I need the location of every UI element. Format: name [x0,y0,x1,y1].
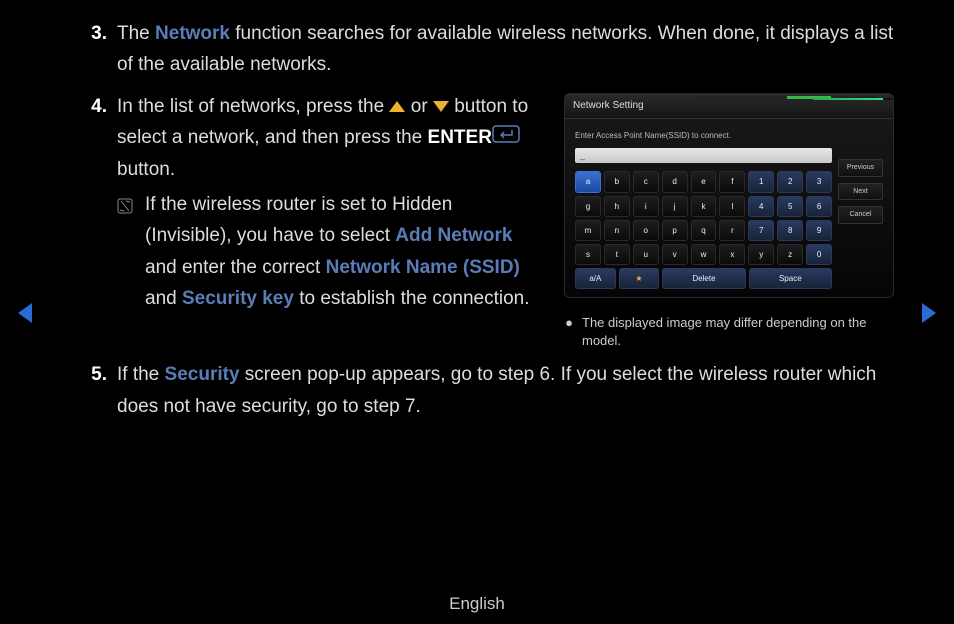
manual-content: 3. The Network function searches for ava… [0,0,954,422]
key-m[interactable]: m [575,220,601,241]
page-prev-icon[interactable] [18,303,32,323]
text: If the [117,364,165,385]
key-v[interactable]: v [662,244,688,265]
step-number: 5. [85,359,117,422]
key-t[interactable]: t [604,244,630,265]
osd-prompt: Enter Access Point Name(SSID) to connect… [575,129,832,142]
key-9[interactable]: 9 [806,220,832,241]
key-2[interactable]: 2 [777,171,803,192]
note-icon [117,189,145,314]
key-delete[interactable]: Delete [662,268,745,289]
key-space[interactable]: Space [749,268,832,289]
key-3[interactable]: 3 [806,171,832,192]
step-3: 3. The Network function searches for ava… [85,18,894,81]
osd-caption: ● The displayed image may differ dependi… [564,314,894,349]
note-body: If the wireless router is set to Hidden … [145,189,539,314]
key-u[interactable]: u [633,244,659,265]
arrow-up-icon [389,101,405,112]
key-i[interactable]: i [633,196,659,217]
enter-icon [492,122,520,153]
osd-title-bar: Network Setting [565,94,893,120]
highlight-security-key: Security key [182,288,294,309]
step-5: 5. If the Security screen pop-up appears… [85,359,894,422]
key-f[interactable]: f [719,171,745,192]
key-q[interactable]: q [691,220,717,241]
step-number: 4. [85,91,117,350]
step-body: The Network function searches for availa… [117,18,894,81]
arrow-down-icon [433,101,449,112]
key-b[interactable]: b [604,171,630,192]
page-next-icon[interactable] [922,303,936,323]
ssid-input[interactable]: _ [575,148,832,163]
key-c[interactable]: c [633,171,659,192]
key-y[interactable]: y [748,244,774,265]
note: If the wireless router is set to Hidden … [117,189,539,314]
key-n[interactable]: n [604,220,630,241]
osd-panel-column: Network Setting Enter Access Point Name(… [564,91,894,350]
osd-keyboard: abcdef123 ghijkl456 mnopqr789 stuvwxyz0 [575,171,832,265]
highlight-ssid: Network Name (SSID) [326,257,520,278]
text: button. [117,159,175,180]
text: function searches for available wireless… [117,23,893,75]
osd-progress-tabs [696,94,876,101]
cancel-button[interactable]: Cancel [838,206,883,224]
key-0[interactable]: 0 [806,244,832,265]
key-l[interactable]: l [719,196,745,217]
osd-main: Enter Access Point Name(SSID) to connect… [575,129,832,289]
key-w[interactable]: w [691,244,717,265]
osd-keyboard-bottom: a/A ★ Delete Space [575,268,832,289]
text: In the list of networks, press the [117,96,389,117]
text: The [117,23,155,44]
highlight-network: Network [155,23,230,44]
key-k[interactable]: k [691,196,717,217]
key-r[interactable]: r [719,220,745,241]
step-4: 4. In the list of networks, press the or… [85,91,894,350]
osd-body: Enter Access Point Name(SSID) to connect… [565,119,893,297]
caption-text: The displayed image may differ depending… [582,314,894,349]
key-d[interactable]: d [662,171,688,192]
footer-language: English [0,594,954,614]
enter-label: ENTER [428,127,492,148]
text: and [145,288,182,309]
text: to establish the connection. [294,288,530,309]
key-p[interactable]: p [662,220,688,241]
key-4[interactable]: 4 [748,196,774,217]
highlight-security: Security [165,364,240,385]
key-favorite[interactable]: ★ [619,268,660,289]
key-1[interactable]: 1 [748,171,774,192]
key-o[interactable]: o [633,220,659,241]
previous-button[interactable]: Previous [838,159,883,177]
key-h[interactable]: h [604,196,630,217]
key-x[interactable]: x [719,244,745,265]
next-button[interactable]: Next [838,183,883,201]
key-7[interactable]: 7 [748,220,774,241]
bullet-icon: ● [564,314,574,349]
step-number: 3. [85,18,117,81]
key-6[interactable]: 6 [806,196,832,217]
key-g[interactable]: g [575,196,601,217]
key-5[interactable]: 5 [777,196,803,217]
text: and enter the correct [145,257,326,278]
text: or [405,96,432,117]
key-j[interactable]: j [662,196,688,217]
osd-title: Network Setting [573,100,644,111]
key-e[interactable]: e [691,171,717,192]
key-z[interactable]: z [777,244,803,265]
key-s[interactable]: s [575,244,601,265]
step-body: If the Security screen pop-up appears, g… [117,359,894,422]
key-8[interactable]: 8 [777,220,803,241]
osd-side: Previous Next Cancel [838,129,883,289]
highlight-add-network: Add Network [395,225,512,246]
step-4-text: In the list of networks, press the or bu… [117,91,539,350]
key-case[interactable]: a/A [575,268,616,289]
step-body: In the list of networks, press the or bu… [117,91,894,350]
network-setting-osd: Network Setting Enter Access Point Name(… [564,93,894,299]
key-a[interactable]: a [575,171,601,192]
